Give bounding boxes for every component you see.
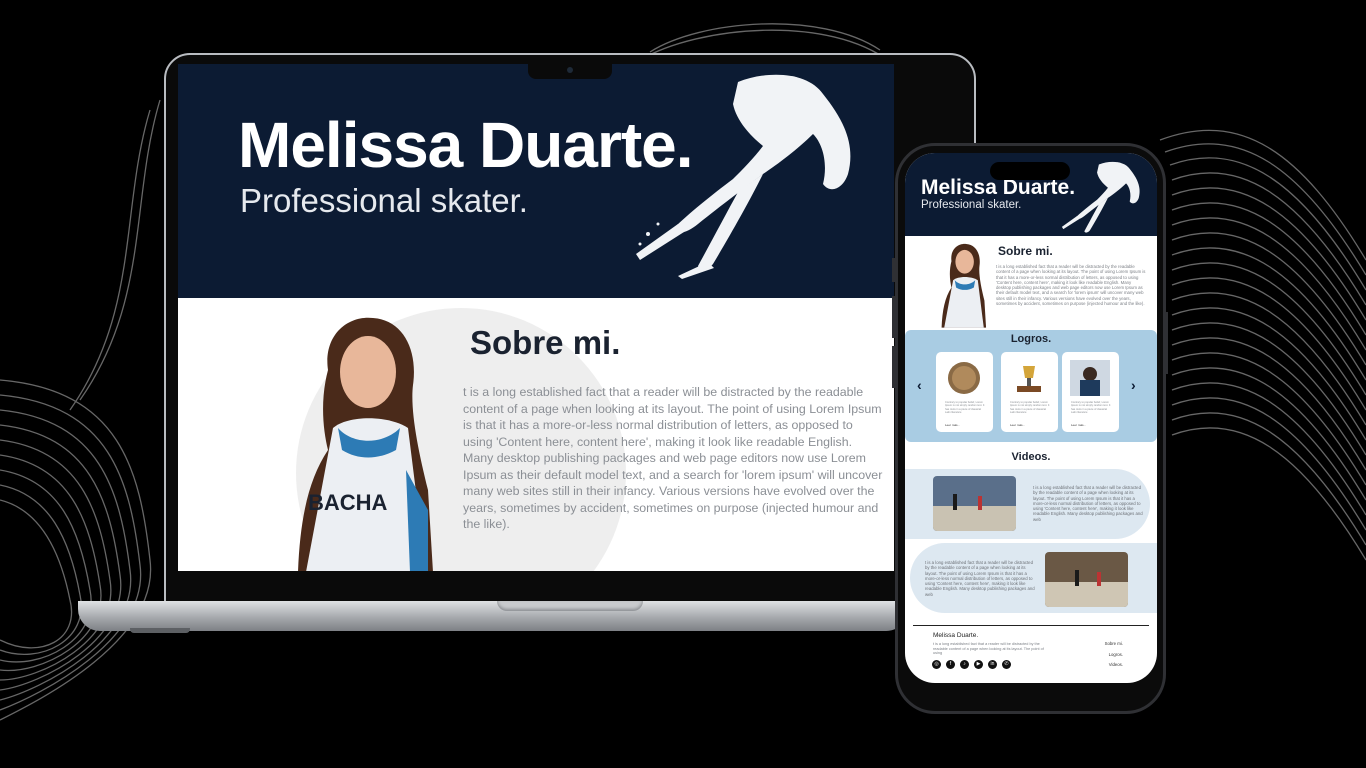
mobile-bio-text: t is a long established fact that a read… [996, 264, 1146, 307]
achievement-card[interactable]: Contrary to popular belief, Lorem Ipsum … [936, 352, 993, 432]
card-read-more-link[interactable]: Leer más... [1010, 423, 1025, 427]
card-read-more-link[interactable]: Leer más... [945, 423, 960, 427]
footer-text: t is a long established fact that a read… [933, 642, 1044, 656]
desktop-bio-section: BACHA Sobre mi. t is a long established … [178, 298, 894, 571]
video-thumbnail[interactable] [933, 476, 1016, 531]
tiktok-icon[interactable]: ♪ [960, 660, 969, 669]
footer-link-sobre-mi[interactable]: Sobre mi. [1101, 639, 1123, 650]
footer-links: Sobre mi. Logros. Videos. [1101, 639, 1123, 671]
mobile-hero-subtitle: Professional skater. [921, 199, 1022, 211]
linkedin-icon[interactable]: in [988, 660, 997, 669]
footer-link-videos[interactable]: Videos. [1101, 660, 1123, 671]
card-read-more-link[interactable]: Leer más... [1071, 423, 1086, 427]
medal-image [948, 362, 980, 394]
video-description: t is a long established fact that a read… [925, 560, 1035, 597]
carousel-next-icon[interactable]: › [1131, 377, 1136, 393]
athlete-photo-mobile [941, 243, 987, 328]
footer-link-logros[interactable]: Logros. [1101, 650, 1123, 661]
bio-heading: Sobre mi. [470, 324, 621, 361]
instagram-icon[interactable]: ◎ [932, 660, 941, 669]
youtube-icon[interactable]: ▶ [974, 660, 983, 669]
footer-name: Melissa Duarte. [933, 632, 979, 639]
hero-subtitle: Professional skater. [240, 182, 528, 219]
podium-photo [1070, 360, 1110, 396]
carousel-prev-icon[interactable]: ‹ [917, 377, 922, 393]
desktop-hero: Melissa Duarte. Professional skater. [178, 64, 894, 298]
skater-silhouette-icon [636, 74, 851, 279]
footer-divider [913, 625, 1149, 626]
phone-screen: Melissa Duarte. Professional skater. Sob… [905, 153, 1157, 683]
laptop-base [78, 601, 908, 631]
jersey-text: BACHA [308, 490, 388, 515]
mobile-bio-heading: Sobre mi. [998, 244, 1053, 258]
camera-icon [567, 67, 573, 73]
whatsapp-icon[interactable]: ✆ [1002, 660, 1011, 669]
laptop-foot [130, 628, 190, 633]
logros-heading: Logros. [1010, 333, 1052, 345]
facebook-icon[interactable]: f [946, 660, 955, 669]
logros-section: Logros. ‹ › Contrary to popular belief, … [905, 330, 1157, 442]
laptop-opening-groove [497, 601, 643, 611]
achievement-card[interactable]: Contrary to popular belief, Lorem Ipsum … [1001, 352, 1058, 432]
video-thumbnail[interactable] [1045, 552, 1128, 607]
laptop-screen: Melissa Duarte. Professional skater. BAC… [178, 64, 894, 571]
card-text: Contrary to popular belief, Lorem Ipsum … [1010, 401, 1050, 414]
phone-dynamic-island [990, 162, 1070, 180]
bio-text: t is a long established fact that a read… [463, 385, 883, 531]
videos-heading: Videos. [1011, 451, 1051, 463]
video-description: t is a long established fact that a read… [1033, 485, 1143, 522]
card-text: Contrary to popular belief, Lorem Ipsum … [1071, 401, 1111, 414]
athlete-photo: BACHA [298, 317, 433, 571]
card-text: Contrary to popular belief, Lorem Ipsum … [945, 401, 985, 414]
trophy-image [1017, 366, 1041, 392]
achievement-card[interactable]: Contrary to popular belief, Lorem Ipsum … [1062, 352, 1119, 432]
